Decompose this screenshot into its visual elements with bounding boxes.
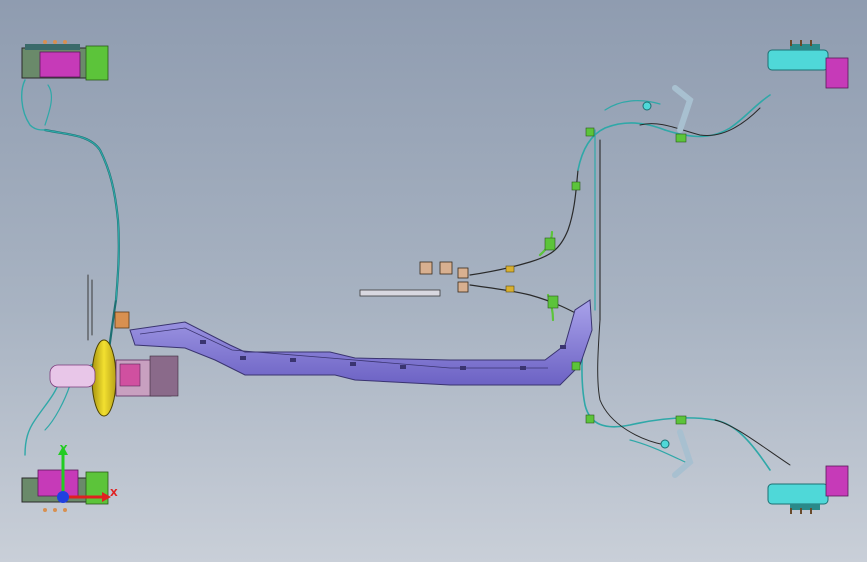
center-subframe <box>114 299 593 386</box>
rear-left-brake-assembly <box>21 469 109 512</box>
triad-y-label: Y <box>59 444 68 455</box>
brake-booster <box>49 339 179 417</box>
rear-right-brake-assembly <box>767 465 849 514</box>
brake-line-network <box>21 79 791 471</box>
triad-x-label: X <box>110 488 118 499</box>
cad-model-drawing[interactable]: Y X <box>0 0 867 562</box>
front-right-brake-assembly <box>767 40 849 89</box>
cad-viewport[interactable]: Y X <box>0 0 867 562</box>
front-left-brake-assembly <box>21 40 109 81</box>
line-fittings <box>359 85 694 478</box>
triad-z-axis <box>57 491 69 503</box>
